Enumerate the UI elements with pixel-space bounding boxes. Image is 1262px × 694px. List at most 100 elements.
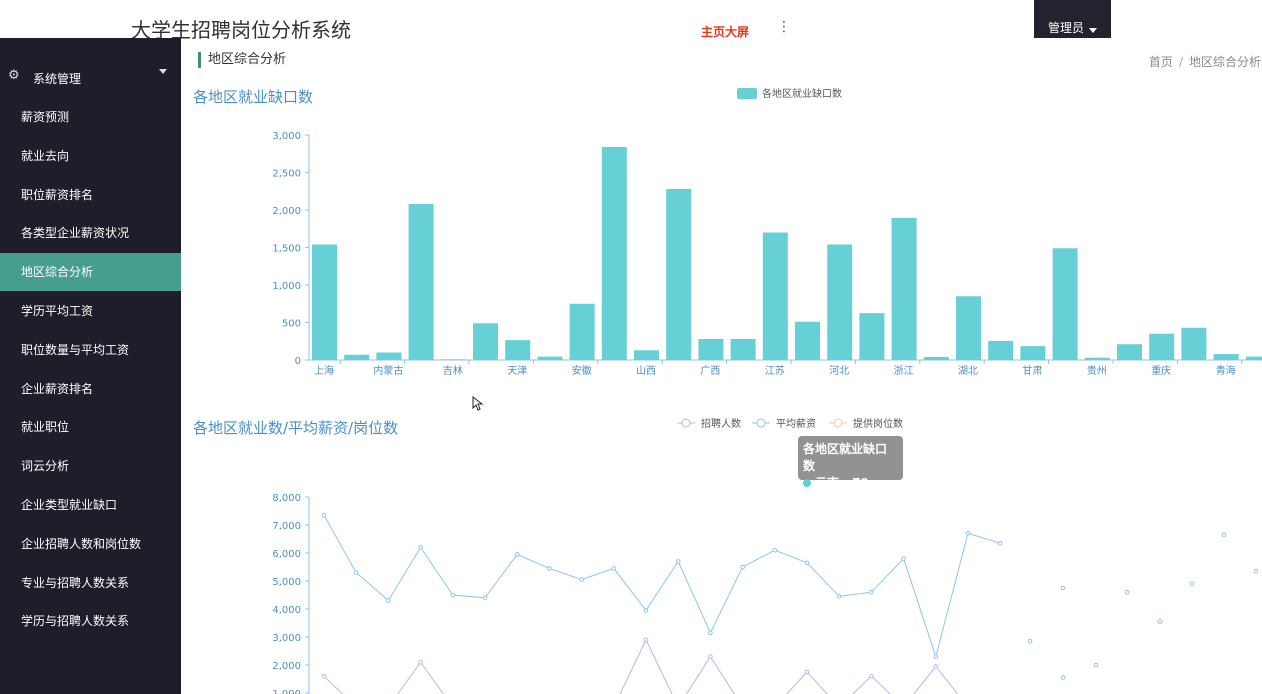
sidebar-item[interactable]: 学历与招聘人数关系 <box>0 602 181 640</box>
bar <box>537 356 563 360</box>
bar <box>505 340 531 360</box>
bar <box>1213 354 1239 360</box>
sidebar-item[interactable]: 企业薪资排名 <box>0 370 181 408</box>
y-tick-label: 2,000 <box>272 661 301 672</box>
sidebar-item[interactable]: 企业类型就业缺口 <box>0 486 181 524</box>
bar <box>988 340 1014 360</box>
sidebar-item[interactable]: 学历平均工资 <box>0 292 181 330</box>
salary-point <box>579 577 584 582</box>
sidebar-item[interactable]: 各类型企业薪资状况 <box>0 214 181 252</box>
tooltip-value: 云南 : 79 <box>815 476 869 490</box>
user-name: 管理员 <box>1047 21 1084 35</box>
salary-line <box>323 514 1001 659</box>
y-tick-label: 0 <box>295 356 301 367</box>
salary-point <box>675 559 681 564</box>
x-tick-label: 浙江 <box>894 365 914 377</box>
legend-label: 提供岗位数 <box>853 417 903 430</box>
x-tick-label: 天津 <box>507 365 527 377</box>
sidebar-group-system[interactable]: ⚙ 系统管理 <box>0 63 181 91</box>
bar <box>859 313 885 360</box>
x-tick-label: 重庆 <box>1151 364 1171 377</box>
bar <box>923 357 949 360</box>
hire-point <box>321 673 327 679</box>
hire-point <box>869 673 874 679</box>
sidebar-item[interactable]: 词云分析 <box>0 447 181 485</box>
bar <box>1052 248 1078 360</box>
chart-tooltip: 各地区就业缺口数 云南 : 79 <box>798 436 903 490</box>
dashboard-link[interactable]: 主页大屏 <box>701 23 749 40</box>
bar <box>1020 346 1046 360</box>
main-content: 地区综合分析 首页 / 地区综合分析 各地区就业缺口数 各地区就业数/平均薪资/岗位… <box>181 40 1262 694</box>
hire-point <box>708 654 713 659</box>
sidebar-item[interactable]: 地区综合分析 <box>0 253 181 292</box>
salary-point <box>321 512 327 518</box>
more-vertical-icon[interactable]: ⋮ <box>777 19 791 35</box>
user-menu-button[interactable]: 管理员 <box>1034 0 1111 38</box>
faded-point <box>1253 568 1259 574</box>
sidebar-item[interactable]: 职位数量与平均工资 <box>0 331 181 369</box>
legend-label: 招聘人数 <box>701 417 741 430</box>
bar <box>730 339 756 360</box>
legend-marker <box>756 418 766 428</box>
salary-point <box>482 595 488 601</box>
salary-point <box>611 566 617 571</box>
sidebar-item[interactable]: 企业招聘人数和岗位数 <box>0 525 181 563</box>
x-tick-label: 青海 <box>1216 364 1236 377</box>
salary-point <box>418 545 423 550</box>
faded-point <box>1189 581 1195 587</box>
legend-label: 各地区就业缺口数 <box>762 87 842 100</box>
faded-point <box>1060 675 1066 680</box>
legend-swatch <box>737 88 757 99</box>
y-tick-label: 7,000 <box>272 521 301 532</box>
bar <box>1117 344 1142 360</box>
faded-point <box>1221 532 1227 538</box>
bar <box>795 321 820 360</box>
salary-point <box>740 564 745 570</box>
salary-point <box>965 531 971 536</box>
y-tick-label: 3,000 <box>272 131 301 142</box>
bar <box>312 244 337 360</box>
y-tick-label: 1,500 <box>272 244 301 255</box>
y-tick-label: 500 <box>282 319 301 330</box>
sidebar-item[interactable]: 职位薪资排名 <box>0 176 181 214</box>
bar <box>344 354 370 360</box>
bar <box>1149 333 1175 360</box>
bar <box>891 217 917 360</box>
salary-point <box>450 592 456 598</box>
y-tick-label: 5,000 <box>272 577 301 588</box>
salary-point <box>772 547 778 553</box>
x-tick-label: 河北 <box>829 365 849 377</box>
bar <box>634 350 659 360</box>
bar <box>440 359 466 360</box>
legend-marker <box>681 418 691 428</box>
x-tick-label: 贵州 <box>1087 364 1107 377</box>
bar <box>1245 356 1262 360</box>
salary-point <box>869 589 874 595</box>
sidebar-item[interactable]: 专业与招聘人数关系 <box>0 564 181 602</box>
mouse-cursor-icon <box>472 396 484 411</box>
salary-point <box>804 560 810 566</box>
x-tick-label: 广西 <box>700 365 720 377</box>
sidebar-item[interactable]: 薪资预测 <box>0 98 181 136</box>
y-tick-label: 1,000 <box>272 281 301 292</box>
salary-point <box>514 552 520 557</box>
bar <box>376 352 402 360</box>
salary-point <box>353 570 359 575</box>
hire-point <box>804 669 810 675</box>
legend-label: 平均薪资 <box>776 418 816 430</box>
salary-point <box>643 608 649 613</box>
faded-point <box>1060 585 1066 591</box>
x-tick-label: 内蒙古 <box>373 364 403 377</box>
faded-point <box>1027 638 1033 644</box>
sidebar-item[interactable]: 就业去向 <box>0 137 181 175</box>
bar <box>666 189 692 360</box>
bar <box>408 204 434 360</box>
salary-point <box>547 566 552 571</box>
x-tick-label: 甘肃 <box>1022 364 1042 377</box>
x-tick-label: 上海 <box>314 364 334 377</box>
sidebar-item[interactable]: 就业职位 <box>0 408 181 446</box>
y-tick-label: 6,000 <box>272 549 301 560</box>
salary-point <box>933 654 939 659</box>
bar <box>827 244 853 360</box>
bar <box>1084 357 1110 360</box>
